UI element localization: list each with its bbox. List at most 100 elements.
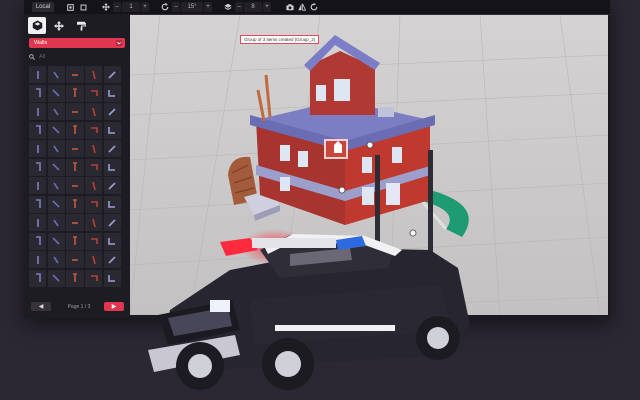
asset-tile[interactable] xyxy=(103,158,121,176)
wall-piece-thumbnail xyxy=(36,218,39,227)
tab-paint[interactable] xyxy=(72,17,90,34)
move-step-value[interactable]: 1 xyxy=(122,2,140,12)
asset-tile[interactable] xyxy=(85,269,103,287)
asset-tile[interactable] xyxy=(29,177,47,194)
space-toggle-button[interactable]: Local xyxy=(32,2,54,12)
asset-tile[interactable] xyxy=(29,140,47,157)
layer-step-increase-button[interactable]: + xyxy=(263,2,271,12)
asset-tile[interactable] xyxy=(85,195,103,213)
asset-tile[interactable] xyxy=(66,121,84,139)
wall-piece-thumbnail xyxy=(90,90,98,96)
asset-tile[interactable] xyxy=(47,195,65,213)
asset-tile[interactable] xyxy=(103,251,121,268)
asset-tile[interactable] xyxy=(85,214,103,231)
tab-objects[interactable] xyxy=(28,17,46,34)
wall-piece-thumbnail xyxy=(36,144,39,153)
asset-tile[interactable] xyxy=(66,251,84,268)
wall-piece-thumbnail xyxy=(90,127,98,133)
asset-tile[interactable] xyxy=(29,158,47,176)
asset-tile[interactable] xyxy=(103,195,121,213)
asset-tile[interactable] xyxy=(85,103,103,120)
wall-piece-thumbnail xyxy=(90,164,98,170)
category-select[interactable]: Walls xyxy=(29,38,125,48)
rotate-step-increase-button[interactable]: + xyxy=(204,2,212,12)
asset-tile[interactable] xyxy=(103,121,121,139)
asset-tile[interactable] xyxy=(103,66,121,83)
asset-tile[interactable] xyxy=(47,66,65,83)
asset-tile[interactable] xyxy=(85,140,103,157)
asset-tile[interactable] xyxy=(29,121,47,139)
asset-tile[interactable] xyxy=(66,140,84,157)
asset-tile[interactable] xyxy=(85,251,103,268)
asset-tile[interactable] xyxy=(29,232,47,250)
asset-tile[interactable] xyxy=(66,269,84,287)
search-input[interactable] xyxy=(35,53,119,61)
asset-tile[interactable] xyxy=(66,177,84,194)
asset-tile[interactable] xyxy=(103,232,121,250)
asset-tile[interactable] xyxy=(66,84,84,102)
asset-tile[interactable] xyxy=(29,84,47,102)
frame-icon[interactable] xyxy=(79,2,87,12)
move-step-increase-button[interactable]: + xyxy=(141,2,149,12)
rotate-step-decrease-button[interactable]: – xyxy=(172,2,180,12)
page-indicator: Page 1 / 3 xyxy=(67,303,91,310)
asset-tile[interactable] xyxy=(29,195,47,213)
asset-tile[interactable] xyxy=(47,251,65,268)
asset-tile[interactable] xyxy=(47,140,65,157)
asset-tile[interactable] xyxy=(66,66,84,83)
asset-tile[interactable] xyxy=(66,214,84,231)
wall-piece-thumbnail xyxy=(71,258,78,261)
layer-step-decrease-button[interactable]: – xyxy=(235,2,243,12)
space-toggle-label: Local xyxy=(35,4,51,10)
asset-tile[interactable] xyxy=(66,158,84,176)
asset-tile[interactable] xyxy=(66,103,84,120)
rotate-step-value[interactable]: 15° xyxy=(181,2,203,12)
wall-piece-thumbnail xyxy=(53,145,59,152)
wall-piece-thumbnail xyxy=(36,70,39,79)
asset-tile[interactable] xyxy=(103,269,121,287)
asset-tile[interactable] xyxy=(85,66,103,83)
asset-tile[interactable] xyxy=(29,66,47,83)
asset-tile[interactable] xyxy=(47,121,65,139)
reset-icon[interactable] xyxy=(309,2,318,12)
flip-icon[interactable] xyxy=(297,2,306,12)
asset-tile[interactable] xyxy=(66,195,84,213)
asset-tile[interactable] xyxy=(47,158,65,176)
asset-tile[interactable] xyxy=(85,84,103,102)
prev-page-button[interactable]: ◀ xyxy=(31,302,51,311)
asset-tile[interactable] xyxy=(47,214,65,231)
asset-tile[interactable] xyxy=(29,103,47,120)
asset-sidebar: Walls ◀ Page 1 / 3 ▶ xyxy=(24,14,129,318)
asset-tile[interactable] xyxy=(103,103,121,120)
asset-tile[interactable] xyxy=(47,232,65,250)
asset-tile[interactable] xyxy=(85,158,103,176)
wall-piece-thumbnail xyxy=(53,108,59,115)
camera-icon[interactable] xyxy=(285,2,294,12)
asset-tile[interactable] xyxy=(103,177,121,194)
asset-tile[interactable] xyxy=(103,84,121,102)
asset-tile[interactable] xyxy=(47,269,65,287)
asset-tile[interactable] xyxy=(103,214,121,231)
asset-tile[interactable] xyxy=(29,214,47,231)
asset-tile[interactable] xyxy=(29,251,47,268)
asset-tile[interactable] xyxy=(47,84,65,102)
wall-piece-thumbnail xyxy=(91,218,96,227)
asset-tile[interactable] xyxy=(66,232,84,250)
asset-tile[interactable] xyxy=(85,232,103,250)
asset-tile[interactable] xyxy=(47,177,65,194)
asset-tile[interactable] xyxy=(85,177,103,194)
tab-move[interactable] xyxy=(50,17,68,34)
asset-tile[interactable] xyxy=(103,140,121,157)
move-step-decrease-button[interactable]: – xyxy=(113,2,121,12)
asset-tile[interactable] xyxy=(47,103,65,120)
asset-tile[interactable] xyxy=(29,269,47,287)
layer-step-value[interactable]: 8 xyxy=(244,2,262,12)
wall-piece-thumbnail xyxy=(71,147,78,150)
wall-piece-thumbnail xyxy=(52,237,60,245)
asset-tile[interactable] xyxy=(85,121,103,139)
wall-piece-thumbnail xyxy=(52,89,60,97)
rotate-icon xyxy=(160,2,169,12)
snap-icon[interactable] xyxy=(66,2,74,12)
antenna xyxy=(428,150,433,265)
next-page-button[interactable]: ▶ xyxy=(104,302,124,311)
